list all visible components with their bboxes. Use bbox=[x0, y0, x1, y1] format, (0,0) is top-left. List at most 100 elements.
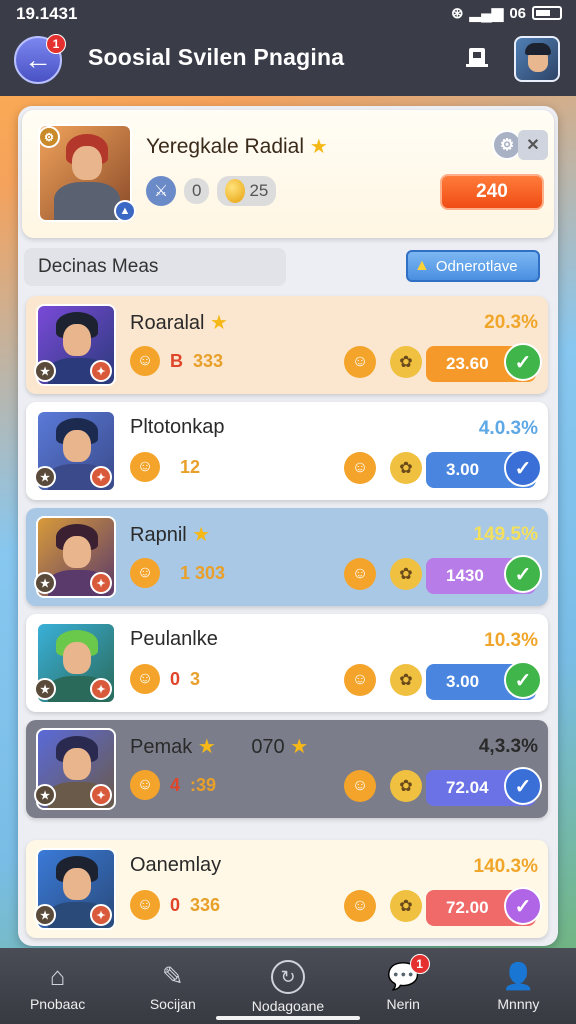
row-action-label: 3.00 bbox=[446, 672, 480, 691]
featured-stat-b: 25 bbox=[249, 181, 269, 200]
row-icons: ☺ ✿ bbox=[344, 770, 422, 802]
element-icon: ✦ bbox=[90, 360, 112, 382]
gift-icon: ✿ bbox=[390, 664, 422, 696]
row-action-button[interactable]: 23.60 ✓ bbox=[426, 343, 542, 382]
rank-icon: ⚙ bbox=[38, 126, 60, 148]
list-item[interactable]: ★ ✦ Peulanlke 10.3% ☺ 0 3 ☺ ✿ 3.00 ✓ bbox=[26, 614, 548, 712]
portrait-face bbox=[63, 642, 91, 674]
list-item[interactable]: ★ ✦ Pemak ★ 070 ★ 4,3.3% ☺ 4 :39 ☺ ✿ 72.… bbox=[26, 720, 548, 818]
row-icons: ☺ ✿ bbox=[344, 346, 422, 378]
section-filter-label: Odnerotlave bbox=[435, 257, 518, 275]
row-stat-value: 1 303 bbox=[180, 562, 226, 583]
featured-stats: ⚔ 0 25 bbox=[146, 176, 277, 206]
row-stat-prefix: 4 bbox=[170, 774, 181, 795]
row-name: Rapnil ★ bbox=[130, 522, 210, 547]
nav-item-chat[interactable]: 💬 1 Nerin bbox=[346, 948, 461, 1024]
emoji-icon: ☺ bbox=[130, 890, 160, 920]
element-icon: ✦ bbox=[90, 572, 112, 594]
class-icon: ★ bbox=[34, 678, 56, 700]
row-name-text: Pemak bbox=[130, 736, 193, 758]
row-stat-prefix: B bbox=[170, 350, 183, 371]
featured-name: Yeregkale Radial ★ bbox=[146, 134, 328, 159]
row-stat-prefix: 0 bbox=[170, 894, 181, 915]
row-name: Roaralal ★ bbox=[130, 310, 228, 335]
home-icon: ⌂ bbox=[49, 961, 66, 991]
element-icon: ✦ bbox=[90, 678, 112, 700]
row-stat-value: 3 bbox=[190, 668, 201, 689]
emoji-icon: ☺ bbox=[130, 770, 160, 800]
featured-coin-pill: 25 bbox=[217, 176, 277, 206]
nav-item-social[interactable]: ✎ Socijan bbox=[115, 948, 230, 1024]
battery-icon bbox=[532, 6, 562, 20]
reaction-icon: ☺ bbox=[344, 452, 376, 484]
check-icon: ✓ bbox=[504, 661, 542, 699]
featured-action-button[interactable]: 240 bbox=[440, 174, 544, 210]
row-name: Pltotonkap bbox=[130, 416, 225, 439]
nav-item-profile[interactable]: 👤 Mnnny bbox=[461, 948, 576, 1024]
row-action-button[interactable]: 3.00 ✓ bbox=[426, 661, 542, 700]
row-stat: ☺ 1 303 bbox=[130, 558, 225, 588]
class-icon: ★ bbox=[34, 784, 56, 806]
row-icons: ☺ ✿ bbox=[344, 664, 422, 696]
avatar-hair bbox=[525, 43, 551, 55]
portrait-armor bbox=[54, 182, 120, 220]
nav-chat-badge: 1 bbox=[409, 954, 430, 974]
portrait-face bbox=[63, 430, 91, 462]
row-name-text: Peulanlke bbox=[130, 628, 218, 650]
back-button[interactable]: ← 1 bbox=[14, 34, 66, 84]
row-icons: ☺ ✿ bbox=[344, 558, 422, 590]
row-stat-value: 12 bbox=[180, 456, 201, 477]
check-icon: ✓ bbox=[504, 767, 542, 805]
nav-label: Mnnny bbox=[497, 996, 540, 1012]
row-percent: 4.0.3% bbox=[478, 418, 538, 439]
list-item[interactable]: ★ ✦ Oanemlay 140.3% ☺ 0 336 ☺ ✿ 72.00 ✓ bbox=[26, 840, 548, 938]
star-icon: ★ bbox=[290, 736, 309, 758]
row-action-label: 23.60 bbox=[446, 354, 489, 373]
featured-card[interactable]: ⚙ ▲ Yeregkale Radial ★ ⚔ 0 25 ⚙ ✕ 240 bbox=[22, 110, 554, 238]
row-action-button[interactable]: 1430 ✓ bbox=[426, 555, 542, 594]
portrait-face bbox=[63, 748, 91, 780]
row-stat-value: 333 bbox=[193, 350, 224, 371]
list-item[interactable]: ★ ✦ Pltotonkap 4.0.3% ☺ 12 ☺ ✿ 3.00 ✓ bbox=[26, 402, 548, 500]
row-icons: ☺ ✿ bbox=[344, 452, 422, 484]
star-icon: ★ bbox=[197, 736, 216, 758]
nav-item-home[interactable]: ⌂ Pnobaac bbox=[0, 948, 115, 1024]
row-name-text: Rapnil bbox=[130, 524, 187, 546]
row-stat: ☺ 4 :39 bbox=[130, 770, 216, 800]
row-percent: 140.3% bbox=[473, 856, 538, 877]
check-icon: ✓ bbox=[504, 555, 542, 593]
nav-label: Pnobaac bbox=[29, 996, 86, 1012]
portrait-face bbox=[63, 324, 91, 356]
close-button[interactable]: ✕ bbox=[518, 130, 548, 160]
row-name-text: Pltotonkap bbox=[130, 416, 225, 438]
row-stat-value: 336 bbox=[190, 894, 221, 915]
section-filter-button[interactable]: ▲ Odnerotlave bbox=[406, 250, 540, 282]
class-icon: ★ bbox=[34, 466, 56, 488]
row-action-button[interactable]: 72.00 ✓ bbox=[426, 887, 542, 926]
main-panel: ⚙ ▲ Yeregkale Radial ★ ⚔ 0 25 ⚙ ✕ 240 De… bbox=[18, 106, 558, 946]
row-percent: 4,3.3% bbox=[478, 736, 538, 757]
gift-icon: ✿ bbox=[390, 452, 422, 484]
row-action-button[interactable]: 72.04 ✓ bbox=[426, 767, 542, 806]
emoji-icon: ☺ bbox=[130, 558, 160, 588]
home-indicator bbox=[216, 1016, 360, 1020]
row-action-label: 3.00 bbox=[446, 460, 480, 479]
row-action-label: 72.04 bbox=[446, 778, 489, 797]
row-action-button[interactable]: 3.00 ✓ bbox=[426, 449, 542, 488]
back-notification-badge: 1 bbox=[46, 34, 66, 54]
class-icon: ★ bbox=[34, 904, 56, 926]
row-name: Pemak ★ 070 ★ bbox=[130, 734, 308, 759]
edit-icon: ✎ bbox=[161, 961, 184, 991]
nav-label: Nerin bbox=[386, 996, 420, 1012]
nav-item-center[interactable]: ↻ Nodagoane bbox=[230, 948, 345, 1024]
list-item[interactable]: ★ ✦ Rapnil ★ 149.5% ☺ 1 303 ☺ ✿ 1430 ✓ bbox=[26, 508, 548, 606]
list-item[interactable]: ★ ✦ Roaralal ★ 20.3% ☺ B 333 ☺ ✿ 23.60 ✓ bbox=[26, 296, 548, 394]
section-title: Decinas Meas bbox=[24, 248, 286, 286]
status-indicator: 06 bbox=[509, 4, 526, 22]
share-button[interactable] bbox=[462, 42, 492, 72]
row-action-label: 72.00 bbox=[446, 898, 489, 917]
gift-icon: ✿ bbox=[390, 770, 422, 802]
user-avatar[interactable] bbox=[514, 36, 560, 82]
close-icon: ✕ bbox=[526, 137, 540, 154]
row-stat: ☺ B 333 bbox=[130, 346, 223, 376]
